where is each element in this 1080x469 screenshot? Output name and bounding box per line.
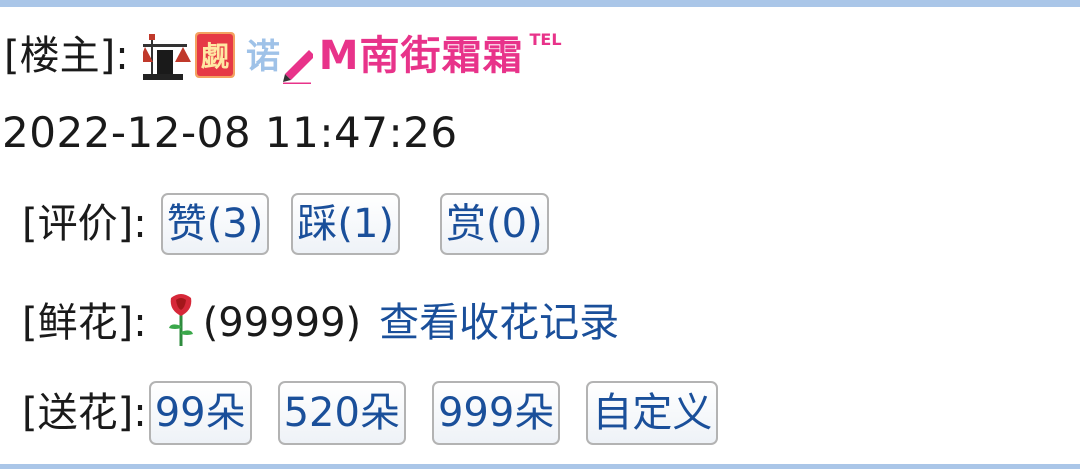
post-datetime: 2022-12-08 11:47:26 — [2, 108, 458, 157]
reward-button[interactable]: 赏(0) — [440, 193, 549, 255]
user-name-link[interactable]: M南街霜霜 — [319, 36, 524, 76]
owner-colon: : — [115, 33, 129, 79]
rose-icon — [167, 292, 195, 355]
send-flowers-colon: : — [133, 390, 147, 436]
dislike-button[interactable]: 踩(1) — [291, 193, 401, 255]
flowers-row: [鲜花] : (99999) 查看收花记录 — [22, 288, 619, 358]
flowers-colon: : — [133, 300, 147, 346]
top-border — [0, 0, 1080, 7]
send-520-button[interactable]: 520朵 — [277, 381, 406, 445]
send-flowers-row: [送花] : 99朵 520朵 999朵 自定义 — [22, 378, 740, 448]
like-button[interactable]: 赞(3) — [160, 193, 270, 255]
view-flower-records-link[interactable]: 查看收花记录 — [379, 303, 619, 343]
rating-row: [评价] : 赞(3) 踩(1) 赏(0) — [22, 192, 571, 256]
owner-label: [楼主] — [4, 33, 116, 79]
datetime-row: 2022-12-08 11:47:26 — [2, 108, 458, 158]
send-99-button[interactable]: 99朵 — [148, 381, 252, 445]
send-flowers-label: [送花] — [22, 390, 134, 436]
send-999-button[interactable]: 999朵 — [431, 381, 561, 445]
svg-text:诺: 诺 — [246, 37, 280, 77]
flowers-count: (99999) — [202, 300, 362, 346]
user-badge-icons[interactable]: 觑 诺 — [142, 28, 313, 84]
flowers-label: [鲜花] — [22, 300, 134, 346]
user-badge-icon: 觑 诺 — [142, 32, 313, 84]
rating-colon: : — [133, 201, 147, 247]
user-trademark: TEL — [529, 30, 562, 49]
send-custom-button[interactable]: 自定义 — [586, 381, 719, 445]
owner-row: [楼主] : 觑 诺 M南街霜霜 TEL — [4, 26, 562, 86]
bottom-border — [0, 464, 1080, 469]
svg-text:觑: 觑 — [201, 40, 229, 73]
rating-label: [评价] — [22, 201, 134, 247]
